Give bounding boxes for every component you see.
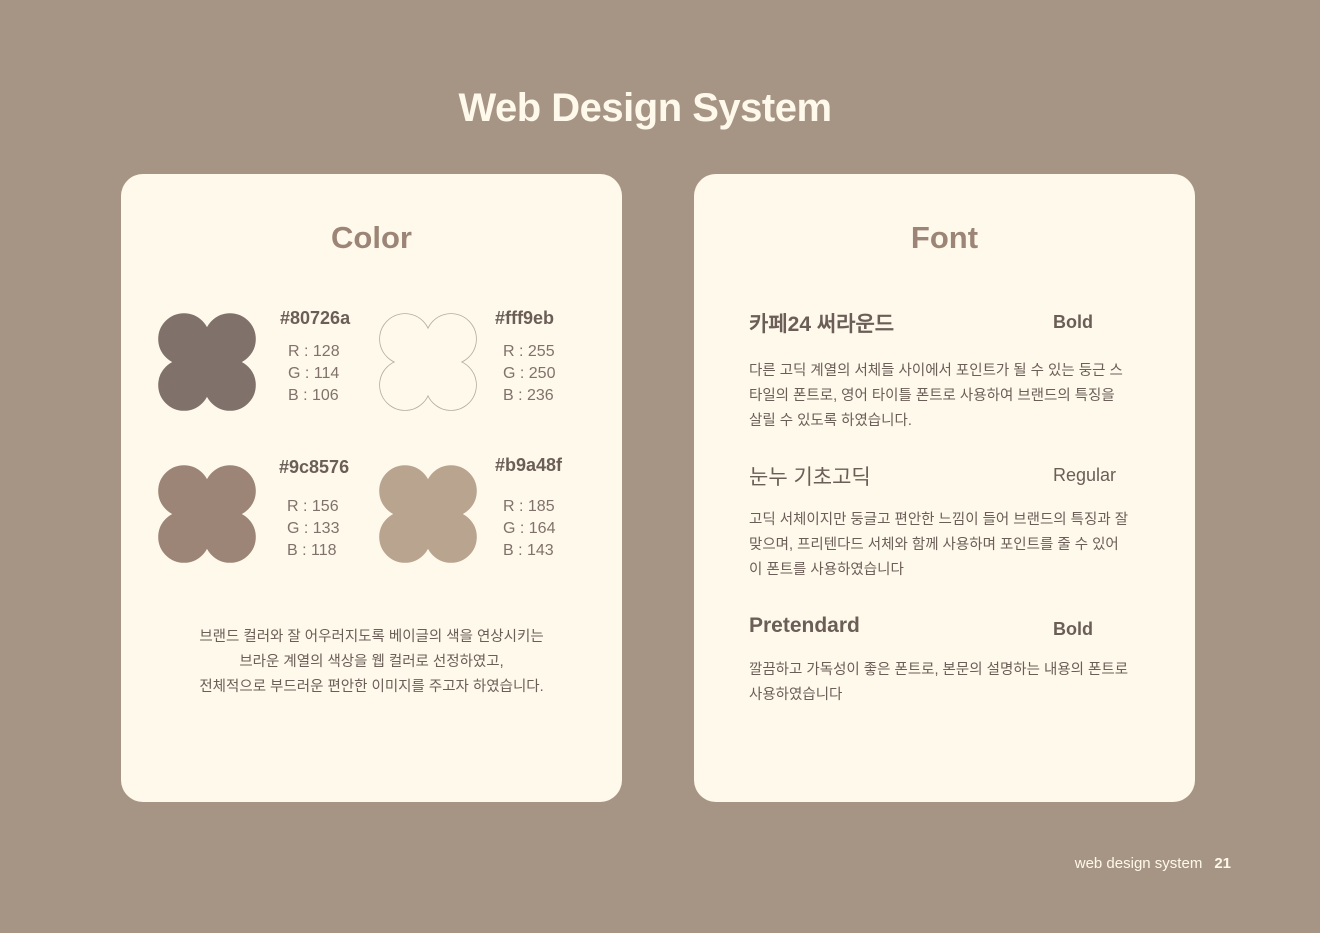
footer: web design system 21 — [1075, 855, 1231, 872]
desc-line: 전체적으로 부드러운 편안한 이미지를 주고자 하였습니다. — [199, 679, 544, 695]
desc-line: 브라운 계열의 색상을 웹 컬러로 선정하였고, — [239, 654, 504, 670]
font-name: 눈누 기초고딕 — [749, 466, 871, 489]
rgb-r: R : 255 — [503, 343, 555, 360]
font-name: 카페24 써라운드 — [749, 313, 895, 336]
color-rgb: R : 128 G : 114 B : 106 — [288, 341, 340, 407]
color-swatch-shape — [157, 312, 257, 412]
color-hex: #9c8576 — [279, 457, 350, 477]
rgb-r: R : 185 — [503, 498, 555, 515]
color-description: 브랜드 컬러와 잘 어우러지도록 베이글의 색을 연상시키는 브라운 계열의 색… — [121, 625, 622, 700]
font-description: 다른 고딕 계열의 서체들 사이에서 포인트가 될 수 있는 둥근 스 타일의 … — [749, 359, 1149, 434]
rgb-g: G : 250 — [503, 365, 556, 382]
font-weight: Regular — [1053, 465, 1117, 485]
font-name: Pretendard — [749, 614, 860, 637]
rgb-b: B : 118 — [287, 542, 337, 559]
desc-line: 사용하였습니다 — [749, 687, 843, 703]
color-swatch-shape — [157, 464, 257, 564]
desc-line: 살릴 수 있도록 하였습니다. — [749, 413, 912, 429]
color-swatch-shape — [378, 464, 478, 564]
desc-line: 맞으며, 프리텐다드 서체와 함께 사용하며 포인트를 줄 수 있어 — [749, 537, 1119, 553]
font-description: 깔끔하고 가독성이 좋은 폰트로, 본문의 설명하는 내용의 폰트로 사용하였습… — [749, 658, 1149, 708]
rgb-r: R : 128 — [288, 343, 340, 360]
rgb-g: G : 164 — [503, 520, 556, 537]
rgb-r: R : 156 — [287, 498, 339, 515]
rgb-b: B : 143 — [503, 542, 554, 559]
desc-line: 고딕 서체이지만 둥글고 편안한 느낌이 들어 브랜드의 특징과 잘 — [749, 512, 1129, 528]
rgb-g: G : 114 — [288, 365, 340, 382]
font-card: Font 카페24 써라운드 Bold 다른 고딕 계열의 서체들 사이에서 포… — [694, 174, 1195, 802]
page-number: 21 — [1214, 855, 1231, 872]
desc-line: 이 폰트를 사용하였습니다 — [749, 562, 904, 578]
font-heading: Font — [910, 220, 979, 255]
font-description: 고딕 서체이지만 둥글고 편안한 느낌이 들어 브랜드의 특징과 잘 맞으며, … — [749, 508, 1149, 583]
desc-line: 깔끔하고 가독성이 좋은 폰트로, 본문의 설명하는 내용의 폰트로 — [749, 662, 1129, 678]
font-weight: Bold — [1053, 619, 1093, 639]
desc-line: 브랜드 컬러와 잘 어우러지도록 베이글의 색을 연상시키는 — [199, 629, 544, 645]
footer-label: web design system — [1074, 855, 1203, 872]
color-swatch-shape — [378, 312, 478, 412]
color-rgb: R : 185 G : 164 B : 143 — [503, 496, 555, 562]
color-card: Color #80726a R : 128 G : 114 B : 106 #fff9e… — [121, 174, 622, 802]
color-hex: #80726a — [280, 308, 351, 328]
rgb-g: G : 133 — [287, 520, 340, 537]
rgb-b: B : 236 — [503, 387, 554, 404]
color-rgb: R : 255 G : 250 B : 236 — [503, 341, 555, 407]
color-hex: #b9a48f — [495, 455, 563, 475]
page-title: Web Design System — [458, 86, 832, 130]
desc-line: 타일의 폰트로, 영어 타이틀 폰트로 사용하여 브랜드의 특징을 — [749, 388, 1115, 404]
color-hex: #fff9eb — [495, 308, 555, 328]
desc-line: 다른 고딕 계열의 서체들 사이에서 포인트가 될 수 있는 둥근 스 — [749, 363, 1123, 379]
font-weight: Bold — [1053, 312, 1093, 332]
color-heading: Color — [331, 220, 412, 255]
color-rgb: R : 156 G : 133 B : 118 — [287, 496, 339, 562]
rgb-b: B : 106 — [288, 387, 339, 404]
